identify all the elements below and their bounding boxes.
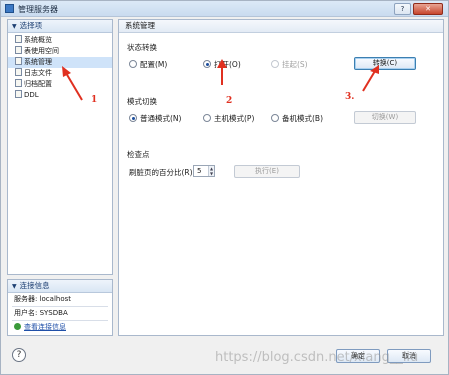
nav-list: 系统概览 表使用空间 系统管理 日志文件 归档配置 DDL [8, 33, 112, 101]
annotation-marker-1: 1 [91, 95, 98, 105]
view-connection-row: 查看连接信息 [8, 321, 112, 334]
connection-panel: ▼ 连接信息 服务器: localhost 用户名: SYSDBA 查看连接信息 [7, 279, 113, 336]
nav-item-label: 归档配置 [24, 80, 52, 88]
radio-label: 打开(O) [214, 60, 241, 69]
selection-panel: ▼ 选择项 系统概览 表使用空间 系统管理 日志文件 归档配置 DDL [7, 19, 113, 275]
radio-label: 挂起(S) [282, 60, 308, 69]
radio-circle [203, 60, 211, 68]
close-button[interactable]: ✕ [413, 3, 443, 15]
radio-circle [271, 114, 279, 122]
execute-button[interactable]: 执行(E) [234, 165, 300, 178]
collapse-triangle-icon: ▼ [12, 23, 17, 30]
page-icon [15, 57, 22, 65]
page-icon [15, 68, 22, 76]
help-circle-icon[interactable]: ? [12, 348, 26, 362]
panel-title: 系统管理 [119, 20, 443, 33]
dialog-window: 管理服务器 ? ✕ ▼ 选择项 系统概览 表使用空间 系统管理 日志文件 归档配置 [0, 0, 449, 375]
page-icon [15, 35, 22, 43]
nav-item-system-overview[interactable]: 系统概览 [8, 35, 112, 46]
help-button[interactable]: ? [394, 3, 411, 15]
window-title: 管理服务器 [18, 5, 58, 14]
radio-label: 主机模式(P) [214, 114, 255, 123]
radio-label: 普通模式(N) [140, 114, 182, 123]
server-info: 服务器: localhost [14, 295, 72, 303]
nav-item-label: DDL [24, 91, 39, 99]
collapse-triangle-icon: ▼ [12, 283, 17, 290]
title-bar: 管理服务器 ? ✕ [1, 1, 448, 17]
view-connection-link[interactable]: 查看连接信息 [24, 323, 66, 331]
stepper-arrows-icon[interactable]: ▲ ▼ [208, 166, 214, 176]
radio-standby-mode[interactable]: 备机模式(B) [271, 113, 323, 124]
radio-circle [271, 60, 279, 68]
watermark-text: https://blog.csdn.net/xiang__liu [215, 350, 419, 365]
nav-item-label: 系统概览 [24, 36, 52, 44]
app-icon [5, 4, 14, 13]
connection-icon [14, 323, 21, 330]
dirty-page-percent-stepper[interactable]: 5 ▲ ▼ [193, 165, 215, 177]
nav-item-label: 系统管理 [24, 58, 52, 66]
state-switch-label: 状态转换 [127, 43, 157, 52]
radio-label: 配置(M) [140, 60, 168, 69]
page-icon [15, 90, 22, 98]
mode-switch-label: 模式切换 [127, 97, 157, 106]
page-icon [15, 79, 22, 87]
nav-item-table-space[interactable]: 表使用空间 [8, 46, 112, 57]
radio-circle [203, 114, 211, 122]
selection-panel-header[interactable]: ▼ 选择项 [8, 20, 112, 33]
connection-panel-header[interactable]: ▼ 连接信息 [8, 280, 112, 293]
system-management-panel: 系统管理 状态转换 配置(M) 打开(O) 挂起(S) 转换(C) 模式切换 普… [118, 19, 444, 336]
nav-item-label: 日志文件 [24, 69, 52, 77]
annotation-marker-2: 2 [226, 96, 233, 106]
nav-item-system-management[interactable]: 系统管理 [8, 57, 112, 68]
dirty-page-percent-label: 刷脏页的百分比(R): [129, 168, 196, 177]
connection-panel-title: 连接信息 [19, 281, 50, 290]
radio-configure[interactable]: 配置(M) [129, 59, 167, 70]
nav-item-archive-config[interactable]: 归档配置 [8, 79, 112, 90]
radio-circle [129, 114, 137, 122]
nav-item-log-files[interactable]: 日志文件 [8, 68, 112, 79]
annotation-marker-3: 3. [345, 92, 355, 102]
radio-normal-mode[interactable]: 普通模式(N) [129, 113, 181, 124]
radio-open[interactable]: 打开(O) [203, 59, 241, 70]
stepper-value: 5 [197, 167, 202, 175]
selection-panel-title: 选择项 [19, 21, 43, 30]
radio-circle [129, 60, 137, 68]
convert-button[interactable]: 转换(C) [354, 57, 416, 70]
radio-primary-mode[interactable]: 主机模式(P) [203, 113, 254, 124]
switch-button[interactable]: 切换(W) [354, 111, 416, 124]
checkpoint-label: 检查点 [127, 150, 150, 159]
radio-label: 备机模式(B) [282, 114, 323, 123]
nav-item-label: 表使用空间 [24, 47, 59, 55]
page-icon [15, 46, 22, 54]
radio-suspend[interactable]: 挂起(S) [271, 59, 308, 70]
user-info: 用户名: SYSDBA [14, 309, 68, 317]
